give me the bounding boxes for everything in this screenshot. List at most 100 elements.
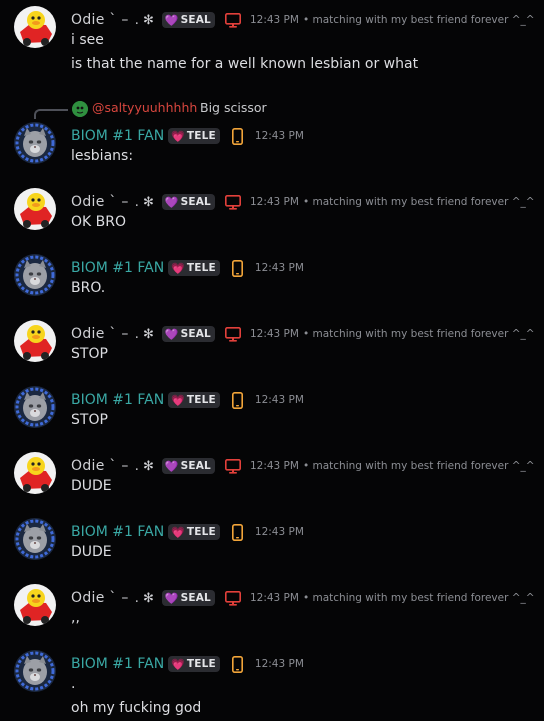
username[interactable]: BIOM #1 FAN bbox=[71, 656, 164, 672]
reply-preview-text[interactable]: Big scissor bbox=[200, 100, 267, 115]
custom-status: • matching with my best friend forever ^… bbox=[302, 328, 535, 340]
duck-avatar[interactable] bbox=[14, 452, 56, 494]
message-header: BIOM #1 FAN 💗 TELE 12:43 PM bbox=[71, 126, 304, 146]
chat-message: BIOM #1 FAN 💗 TELE 12:43 PM BRO. bbox=[0, 248, 544, 308]
message-text: oh my fucking god bbox=[71, 700, 202, 716]
duck-avatar[interactable] bbox=[14, 6, 56, 48]
desktop-icon bbox=[223, 325, 243, 343]
desktop-icon bbox=[223, 11, 243, 29]
desktop-icon bbox=[223, 193, 243, 211]
server-tag-badge[interactable]: 💗 TELE bbox=[168, 128, 220, 144]
server-tag-badge[interactable]: 💗 TELE bbox=[168, 524, 220, 540]
server-tag-badge[interactable]: 💜 SEAL bbox=[161, 590, 215, 606]
heart-icon: 💗 bbox=[171, 657, 185, 671]
chat-message: BIOM #1 FAN 💗 TELE 12:43 PM. oh my fucking … bbox=[0, 644, 544, 716]
message-header: BIOM #1 FAN 💗 TELE 12:43 PM bbox=[71, 390, 304, 410]
name-decoration: . ✻ bbox=[134, 590, 154, 606]
name-decoration: . ✻ bbox=[134, 458, 154, 474]
duck-avatar[interactable] bbox=[14, 584, 56, 626]
username[interactable]: Odie ` – bbox=[71, 12, 129, 28]
heart-icon: 💜 bbox=[164, 327, 179, 341]
username[interactable]: BIOM #1 FAN bbox=[71, 524, 164, 540]
chat-message: BIOM #1 FAN 💗 TELE 12:43 PM DUDE bbox=[0, 512, 544, 572]
mobile-icon bbox=[228, 391, 248, 409]
message-text: DUDE bbox=[71, 544, 112, 560]
server-tag-badge[interactable]: 💜 SEAL bbox=[161, 458, 215, 474]
message-text: OK BRO bbox=[71, 214, 127, 230]
duck-avatar[interactable] bbox=[14, 320, 56, 362]
reply-avatar bbox=[72, 101, 88, 117]
server-tag-label: SEAL bbox=[180, 592, 211, 604]
server-tag-label: SEAL bbox=[180, 14, 211, 26]
message-header: BIOM #1 FAN 💗 TELE 12:43 PM bbox=[71, 654, 304, 674]
mobile-icon bbox=[228, 655, 248, 673]
message-text: i see bbox=[71, 32, 104, 48]
heart-icon: 💜 bbox=[164, 459, 179, 473]
server-tag-label: TELE bbox=[186, 262, 216, 274]
message-text: BRO. bbox=[71, 280, 106, 296]
message-text: DUDE bbox=[71, 478, 112, 494]
chat-message: BIOM #1 FAN 💗 TELE 12:43 PM STOP bbox=[0, 380, 544, 440]
desktop-icon bbox=[223, 457, 243, 475]
chat-message: Odie ` – . ✻ 💜 SEAL 12:43 PM • matching with… bbox=[0, 182, 544, 242]
message-text: STOP bbox=[71, 346, 108, 362]
message-text: ,, bbox=[71, 610, 80, 626]
heart-icon: 💜 bbox=[164, 591, 179, 605]
message-text: . bbox=[71, 676, 76, 692]
username[interactable]: BIOM #1 FAN bbox=[71, 128, 164, 144]
username[interactable]: Odie ` – bbox=[71, 194, 129, 210]
timestamp: 12:43 PM bbox=[249, 328, 299, 340]
heart-icon: 💜 bbox=[164, 195, 179, 209]
username[interactable]: Odie ` – bbox=[71, 590, 129, 606]
reply-username[interactable]: @saltyyuuhhhhh bbox=[92, 100, 197, 115]
server-tag-badge[interactable]: 💜 SEAL bbox=[161, 12, 215, 28]
cat-avatar[interactable] bbox=[14, 386, 56, 428]
cat-avatar[interactable] bbox=[14, 650, 56, 692]
desktop-icon bbox=[223, 589, 243, 607]
username[interactable]: Odie ` – bbox=[71, 458, 129, 474]
mobile-icon bbox=[228, 523, 248, 541]
timestamp: 12:43 PM bbox=[254, 526, 304, 538]
custom-status: • matching with my best friend forever ^… bbox=[302, 196, 535, 208]
message-header: Odie ` – . ✻ 💜 SEAL 12:43 PM • matching with… bbox=[71, 456, 535, 476]
heart-icon: 💜 bbox=[164, 13, 179, 27]
name-decoration: . ✻ bbox=[134, 326, 154, 342]
timestamp: 12:43 PM bbox=[249, 14, 299, 26]
heart-icon: 💗 bbox=[171, 525, 185, 539]
heart-icon: 💗 bbox=[171, 261, 185, 275]
name-decoration: . ✻ bbox=[134, 12, 154, 28]
server-tag-badge[interactable]: 💜 SEAL bbox=[161, 326, 215, 342]
custom-status: • matching with my best friend forever ^… bbox=[302, 14, 535, 26]
cat-avatar[interactable] bbox=[14, 122, 56, 164]
server-tag-badge[interactable]: 💜 SEAL bbox=[161, 194, 215, 210]
message-header: BIOM #1 FAN 💗 TELE 12:43 PM bbox=[71, 522, 304, 542]
message-text: STOP bbox=[71, 412, 108, 428]
timestamp: 12:43 PM bbox=[249, 592, 299, 604]
cat-avatar[interactable] bbox=[14, 518, 56, 560]
username[interactable]: BIOM #1 FAN bbox=[71, 392, 164, 408]
message-text: is that the name for a well known lesbia… bbox=[71, 56, 419, 72]
server-tag-badge[interactable]: 💗 TELE bbox=[168, 656, 220, 672]
name-decoration: . ✻ bbox=[134, 194, 154, 210]
timestamp: 12:43 PM bbox=[254, 262, 304, 274]
timestamp: 12:43 PM bbox=[254, 130, 304, 142]
server-tag-badge[interactable]: 💗 TELE bbox=[168, 260, 220, 276]
chat-message: Odie ` – . ✻ 💜 SEAL 12:43 PM • matching with… bbox=[0, 0, 544, 72]
username[interactable]: BIOM #1 FAN bbox=[71, 260, 164, 276]
chat-message: Odie ` – . ✻ 💜 SEAL 12:43 PM • matching with… bbox=[0, 578, 544, 638]
timestamp: 12:43 PM bbox=[249, 460, 299, 472]
duck-avatar[interactable] bbox=[14, 188, 56, 230]
custom-status: • matching with my best friend forever ^… bbox=[302, 592, 535, 604]
username[interactable]: Odie ` – bbox=[71, 326, 129, 342]
timestamp: 12:43 PM bbox=[254, 394, 304, 406]
heart-icon: 💗 bbox=[171, 129, 185, 143]
reply-reference[interactable]: @saltyyuuhhhhh Big scissor bbox=[0, 100, 544, 119]
timestamp: 12:43 PM bbox=[249, 196, 299, 208]
server-tag-label: SEAL bbox=[180, 328, 211, 340]
server-tag-label: TELE bbox=[186, 130, 216, 142]
server-tag-label: TELE bbox=[186, 526, 216, 538]
server-tag-badge[interactable]: 💗 TELE bbox=[168, 392, 220, 408]
server-tag-label: SEAL bbox=[180, 460, 211, 472]
cat-avatar[interactable] bbox=[14, 254, 56, 296]
chat-message: Odie ` – . ✻ 💜 SEAL 12:43 PM • matching with… bbox=[0, 446, 544, 506]
